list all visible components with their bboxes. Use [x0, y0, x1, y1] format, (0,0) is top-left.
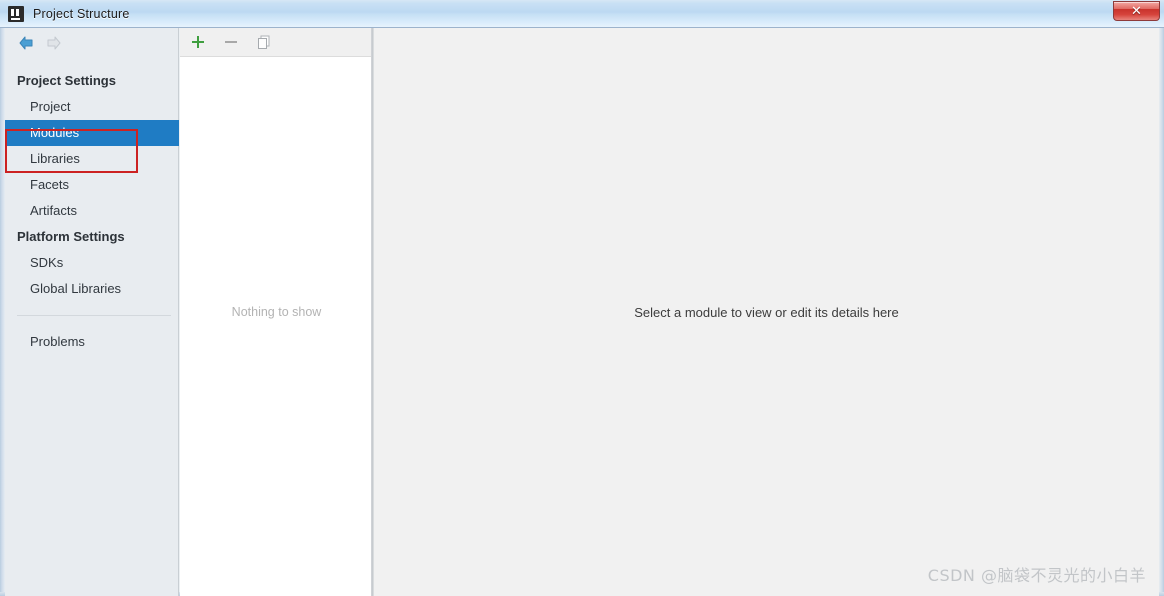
close-button[interactable]: ✕: [1113, 1, 1160, 21]
sidebar-item-artifacts[interactable]: Artifacts: [5, 198, 179, 224]
window-title: Project Structure: [33, 6, 130, 21]
module-list-toolbar: [180, 28, 373, 57]
sidebar-group-project-settings: Project Settings: [17, 73, 116, 88]
sidebar-item-facets[interactable]: Facets: [5, 172, 179, 198]
window-body: Project Settings Project Modules Librari…: [0, 28, 1164, 596]
settings-nav-list: Project Settings Project Modules Librari…: [5, 68, 179, 355]
remove-module-button: [222, 33, 240, 51]
sidebar-group-platform-settings: Platform Settings: [17, 229, 125, 244]
settings-sidebar: Project Settings Project Modules Librari…: [5, 28, 179, 596]
intellij-idea-icon: [8, 5, 24, 22]
sidebar-item-global-libraries[interactable]: Global Libraries: [5, 276, 179, 302]
module-details-panel: Select a module to view or edit its deta…: [374, 28, 1159, 596]
forward-arrow-icon: [45, 35, 63, 51]
module-list-panel: Nothing to show: [180, 28, 373, 596]
sidebar-item-modules[interactable]: Modules: [5, 120, 179, 146]
sidebar-divider: [17, 315, 171, 316]
copy-module-icon: [255, 33, 273, 51]
sidebar-item-sdks[interactable]: SDKs: [5, 250, 179, 276]
module-list-empty-text: Nothing to show: [231, 305, 322, 319]
sidebar-item-libraries[interactable]: Libraries: [5, 146, 179, 172]
sidebar-item-project[interactable]: Project: [5, 94, 179, 120]
sidebar-item-problems[interactable]: Problems: [5, 329, 179, 355]
sidebar-nav-toolbar: [5, 28, 179, 57]
project-structure-window: Project Structure ✕ Project Settings Pro…: [0, 0, 1164, 596]
details-placeholder-text: Select a module to view or edit its deta…: [634, 304, 899, 320]
back-arrow-icon[interactable]: [17, 35, 35, 51]
window-frame-right: [1159, 28, 1164, 596]
add-module-button[interactable]: [189, 33, 207, 51]
title-bar: Project Structure ✕: [0, 0, 1164, 28]
